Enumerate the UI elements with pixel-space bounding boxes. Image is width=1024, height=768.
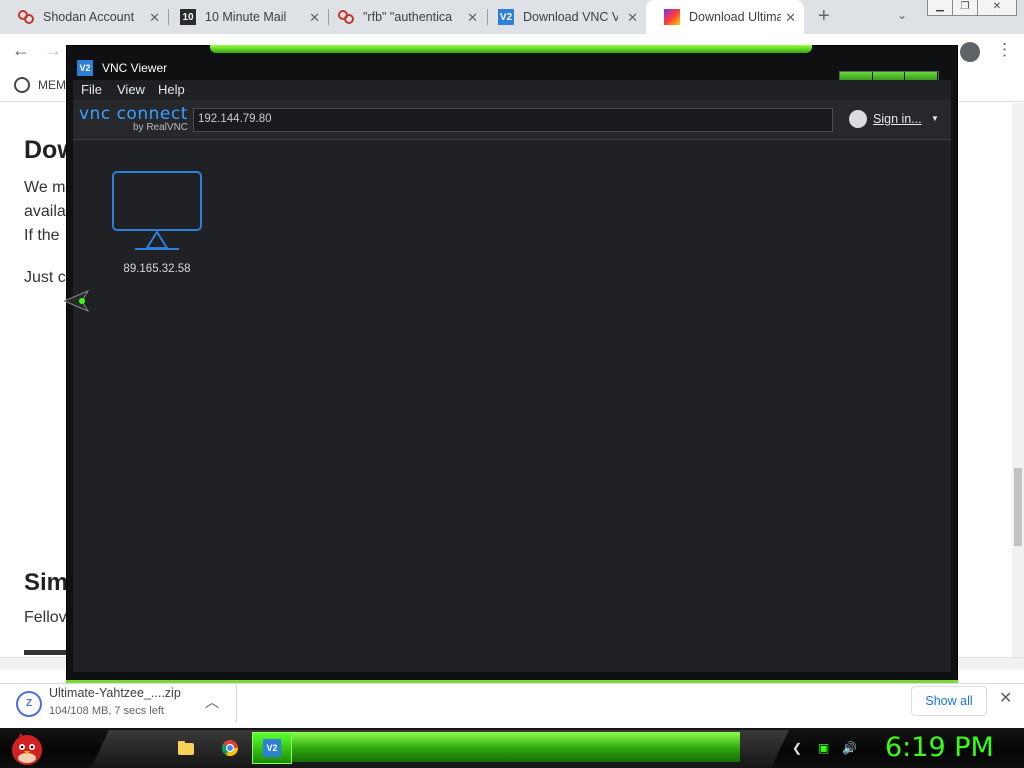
page-text: We m [24,179,66,196]
close-icon[interactable]: ✕ [149,10,160,26]
page-heading: Sim [24,569,69,596]
taskbar-clock[interactable]: 6:19 PM [885,732,994,763]
tab-title: Download VNC V [523,10,618,24]
menu-dots-icon[interactable]: ⋮ [996,40,1013,60]
user-avatar-icon[interactable] [849,110,867,128]
computer-address-label: 89.165.32.58 [123,263,191,275]
zip-file-icon: Z [16,691,42,717]
chevron-down-icon[interactable]: ▼ [931,114,939,123]
tab-download-vnc[interactable]: V2 Download VNC V ✕ [480,0,646,34]
page-text: Just c [24,269,66,286]
tab-search-chevron-icon[interactable]: ⌄ [897,8,907,22]
folder-icon [178,741,194,755]
download-filename[interactable]: Ultimate-Yahtzee_....zip [49,686,181,700]
tray-arrow-icon[interactable]: ❮ [792,741,802,755]
taskbar-folder[interactable] [166,732,206,764]
page-icon [664,9,680,25]
download-status: 104/108 MB, 7 secs left [49,705,164,717]
tray-volume-icon[interactable]: 🔊 [842,741,857,755]
angry-bird-icon [12,733,42,765]
vnc-menubar: File View Help [73,80,951,100]
vnc-header: vnc connect by RealVNC 192.144.79.80 Sig… [73,100,951,140]
cursor-icon [64,290,90,312]
menu-view[interactable]: View [117,82,145,97]
10-minute-mail-icon: 10 [180,9,196,25]
show-all-button[interactable]: Show all [911,686,987,716]
vnc-main-panel: vnc connect by RealVNC 192.144.79.80 Sig… [73,100,951,672]
page-text: Fellov [24,609,67,626]
new-tab-button[interactable]: + [818,5,830,28]
close-icon[interactable]: ✕ [999,688,1012,708]
tab-download-ultimate[interactable]: Download Ultima ✕ [646,0,804,34]
tab-shodan-account[interactable]: Shodan Account ✕ [0,0,168,34]
close-icon[interactable]: ✕ [627,10,638,26]
vnc-icon: V2 [263,739,281,757]
bookmark-item[interactable]: MEM [38,78,66,92]
close-window-button[interactable]: ✕ [977,0,1017,16]
tab-title: 10 Minute Mail [205,10,287,24]
vnc-titlebar[interactable]: V2 VNC Viewer [67,58,957,83]
bookmark-globe-icon [14,77,30,93]
tray-network-icon[interactable]: ▣ [818,741,829,755]
chrome-icon [221,740,239,757]
taskbar-chrome[interactable] [210,732,250,764]
taskbar-decoration [290,732,740,762]
address-input[interactable]: 192.144.79.80 [193,108,833,132]
menu-file[interactable]: File [81,82,102,97]
download-bar: Z Ultimate-Yahtzee_....zip 104/108 MB, 7… [0,683,1024,728]
scrollbar-thumb[interactable] [1014,468,1022,546]
menu-help[interactable]: Help [158,82,185,97]
forward-arrow-icon[interactable]: → [44,40,62,61]
close-icon[interactable]: ✕ [309,10,320,26]
profile-avatar-icon[interactable] [960,42,980,62]
page-text: If the [24,227,60,244]
vnc-connect-logo: vnc connect [79,104,188,124]
start-button[interactable] [7,728,47,768]
vertical-scrollbar[interactable] [1012,103,1024,657]
tab-title: Download Ultima [689,10,781,24]
chevron-up-icon[interactable]: ︿ [205,692,219,712]
shodan-icon [18,9,34,25]
sign-in-link[interactable]: Sign in... [873,112,922,126]
taskbar-vnc-viewer[interactable]: V2 [252,732,292,764]
page-text: availa [24,203,66,220]
browser-tabstrip: Shodan Account ✕ 10 10 Minute Mail ✕ "rf… [0,0,1024,34]
divider [236,684,237,722]
brand-byline: by RealVNC [133,122,189,133]
vnc-icon: V2 [498,9,514,25]
shodan-icon [338,9,354,25]
close-icon[interactable]: ✕ [785,10,796,26]
window-glow [210,45,812,53]
vnc-viewer-window: V2 VNC Viewer File View Help vnc connect… [66,45,958,683]
tab-rfb-search[interactable]: "rfb" "authentica ✕ [320,0,486,34]
computer-tile[interactable]: 89.165.32.58 [111,170,203,290]
monitor-icon [112,171,202,250]
vnc-logo-icon: V2 [77,60,93,76]
tab-title: "rfb" "authentica [363,10,453,24]
back-arrow-icon[interactable]: ← [12,40,30,61]
tab-10-minute-mail[interactable]: 10 10 Minute Mail ✕ [162,0,328,34]
minimize-button[interactable]: ▁ [927,0,953,16]
close-icon[interactable]: ✕ [467,10,478,26]
restore-button[interactable]: ❐ [952,0,978,16]
window-title: VNC Viewer [102,61,168,75]
tab-title: Shodan Account [43,10,135,24]
